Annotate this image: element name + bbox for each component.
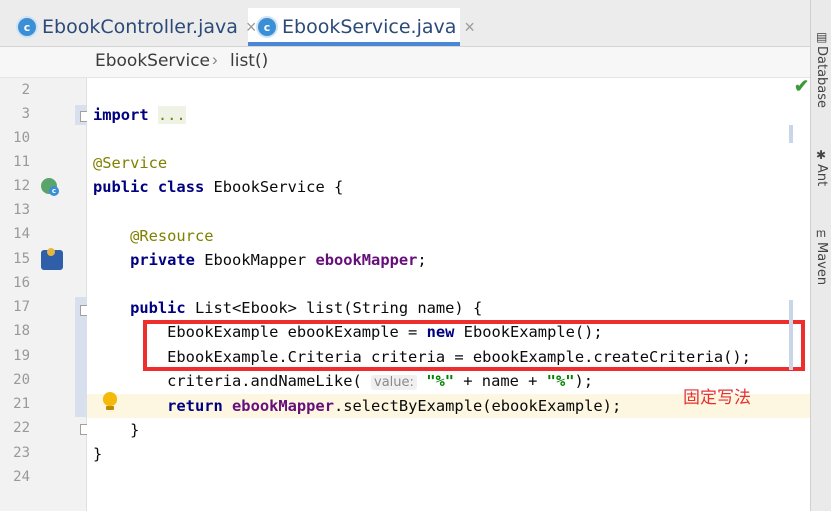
code-line: private EbookMapper ebookMapper; xyxy=(130,251,427,269)
active-tab-indicator xyxy=(248,42,460,46)
code-line: @Resource xyxy=(130,227,214,245)
tab-ebook-controller[interactable]: c EbookController.java × xyxy=(18,10,256,44)
bean-indicator-icon xyxy=(47,248,55,256)
class-icon: c xyxy=(49,186,59,196)
tool-window-ant[interactable]: Ant xyxy=(814,164,829,186)
code-line: public class EbookService { xyxy=(93,178,344,196)
line-number: 23 xyxy=(13,445,30,461)
ant-icon[interactable]: ✱ xyxy=(816,148,826,162)
breadcrumb-method[interactable]: list() xyxy=(230,51,268,71)
line-number: 13 xyxy=(13,202,30,218)
line-number: 16 xyxy=(13,275,30,291)
line-number: 21 xyxy=(13,396,30,412)
line-number: 2 xyxy=(21,82,30,98)
class-icon: c xyxy=(258,18,276,36)
close-icon[interactable]: × xyxy=(464,17,475,38)
code-line: @Service xyxy=(93,154,168,172)
code-line: } xyxy=(130,421,140,439)
tool-window-database[interactable]: Database xyxy=(814,46,829,108)
line-number: 24 xyxy=(13,469,30,485)
scrollbar-marker[interactable] xyxy=(789,300,793,370)
class-icon: c xyxy=(18,18,36,36)
tool-window-maven[interactable]: Maven xyxy=(814,242,829,285)
tab-ebook-service[interactable]: c EbookService.java × xyxy=(258,10,475,44)
line-number: 17 xyxy=(13,299,30,315)
code-line: public List<Ebook> list(String name) { xyxy=(130,299,483,317)
line-number: 10 xyxy=(13,130,30,146)
line-number: 14 xyxy=(13,226,30,242)
line-number: 11 xyxy=(13,154,30,170)
right-tool-strip: ▤ Database ✱ Ant m Maven xyxy=(810,0,831,511)
database-icon[interactable]: ▤ xyxy=(816,30,827,44)
line-number: 20 xyxy=(13,372,30,388)
lightbulb-icon[interactable] xyxy=(103,392,117,406)
parameter-hint: value: xyxy=(371,375,417,390)
line-number: 18 xyxy=(13,323,30,339)
folded-imports[interactable]: ... xyxy=(157,106,186,124)
lightbulb-base xyxy=(106,406,114,410)
maven-icon[interactable]: m xyxy=(816,226,826,240)
line-number: 3 xyxy=(21,106,30,122)
breadcrumb: EbookService › list() xyxy=(0,47,810,78)
code-line: return ebookMapper.selectByExample(ebook… xyxy=(167,397,622,415)
code-editor[interactable] xyxy=(87,78,810,511)
close-icon[interactable]: × xyxy=(246,17,257,38)
breadcrumb-separator: › xyxy=(212,50,218,69)
line-number: 22 xyxy=(13,420,30,436)
annotation-note: 固定写法 xyxy=(683,388,751,408)
annotation-highlight-box xyxy=(143,320,805,371)
breadcrumb-class[interactable]: EbookService xyxy=(95,51,210,71)
code-line: import ... xyxy=(93,106,186,124)
code-line: criteria.andNameLike( value: "%" + name … xyxy=(167,372,594,390)
line-number: 19 xyxy=(13,348,30,364)
line-number: 12 xyxy=(13,178,30,194)
check-icon[interactable]: ✔ xyxy=(794,76,809,97)
line-number: 15 xyxy=(13,251,30,267)
code-line: } xyxy=(93,445,103,463)
scrollbar-marker[interactable] xyxy=(789,125,793,143)
tab-label: EbookController.java xyxy=(42,16,238,38)
tab-label: EbookService.java xyxy=(282,16,457,38)
